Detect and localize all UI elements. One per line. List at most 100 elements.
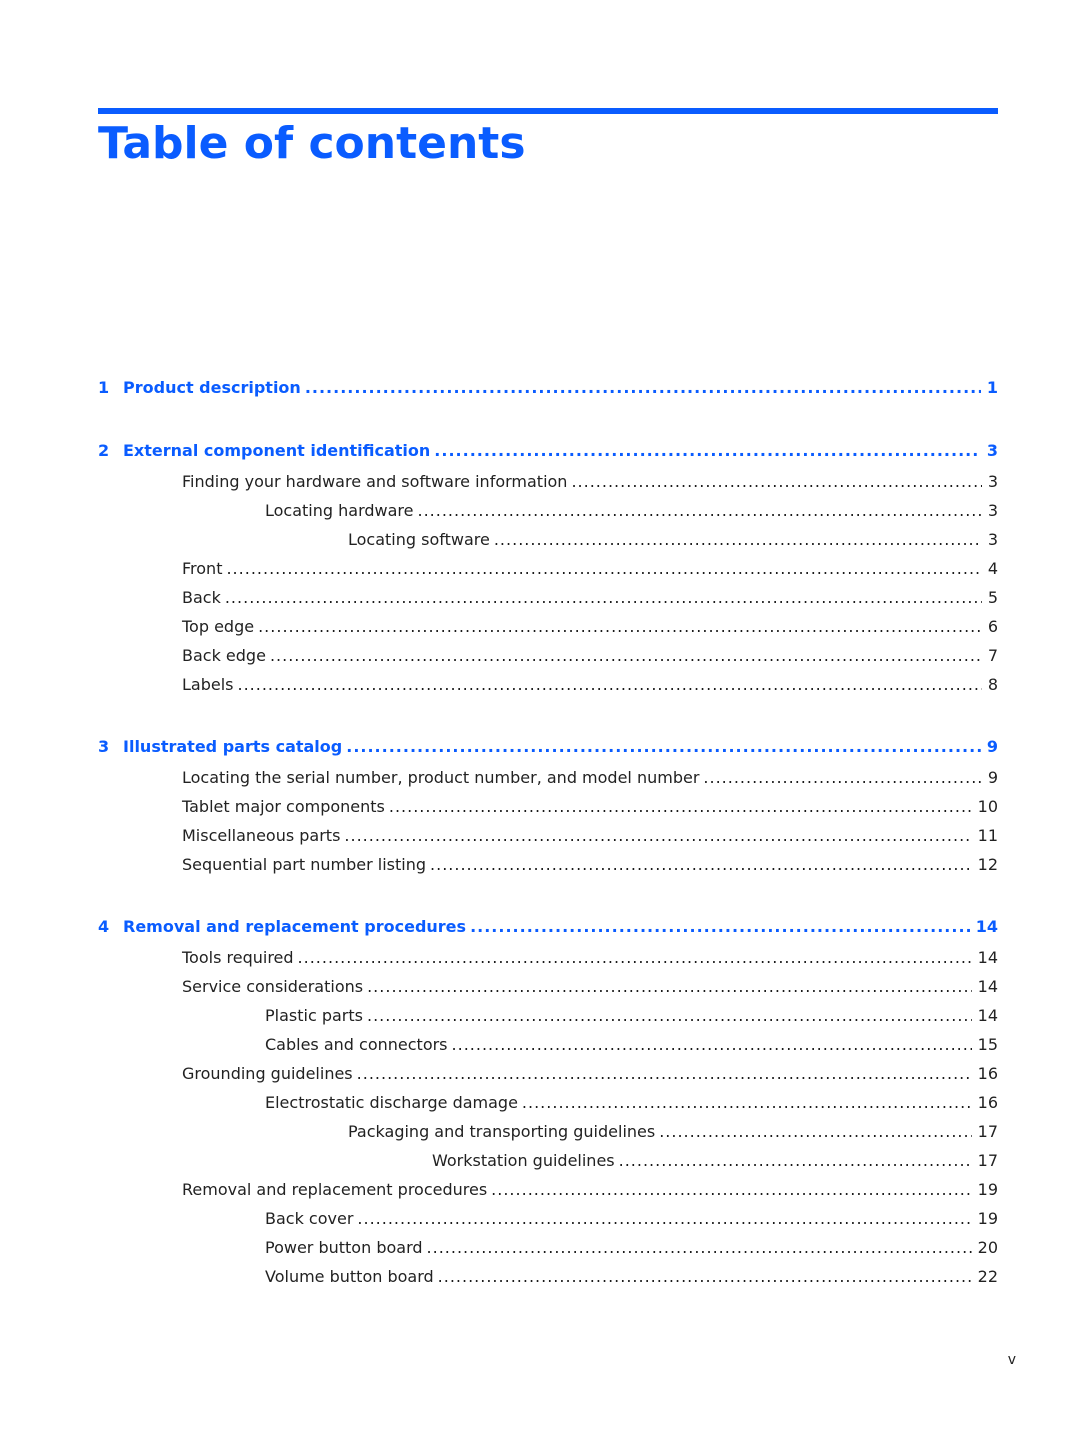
dot-leader: ........................................… (366, 1006, 972, 1025)
toc-entry[interactable]: Grounding guidelines....................… (98, 1064, 998, 1086)
toc-page-number: 6 (987, 617, 998, 636)
entry-title: Tools required (182, 948, 294, 967)
toc-page-number: 20 (977, 1238, 998, 1257)
entry-title: Cables and connectors (265, 1035, 448, 1054)
toc-page-number: 17 (977, 1151, 998, 1170)
toc-entry[interactable]: Electrostatic discharge damage..........… (98, 1093, 998, 1115)
toc-entry[interactable]: Front...................................… (98, 559, 998, 581)
toc-page-number: 3 (987, 472, 998, 491)
toc-entry-label: 3 Illustrated parts catalog (98, 737, 346, 756)
toc-entry[interactable]: Service considerations..................… (98, 977, 998, 999)
toc-entry-label: Grounding guidelines (182, 1064, 357, 1083)
dot-leader: ........................................… (226, 559, 982, 578)
toc-entry[interactable]: Power button board......................… (98, 1238, 998, 1260)
toc-page-number: 10 (977, 797, 998, 816)
toc-page-number: 14 (977, 948, 998, 967)
toc-entry[interactable]: Back cover..............................… (98, 1209, 998, 1231)
dot-leader: ........................................… (434, 441, 981, 460)
toc-page-number: 16 (977, 1064, 998, 1083)
entry-title: Labels (182, 675, 234, 694)
entry-title: Locating software (348, 530, 490, 549)
toc-entry[interactable]: Plastic parts...........................… (98, 1006, 998, 1028)
page-title: Table of contents (98, 118, 526, 169)
toc-entry[interactable]: Cables and connectors...................… (98, 1035, 998, 1057)
dot-leader: ........................................… (258, 617, 982, 636)
entry-title: Service considerations (182, 977, 364, 996)
entry-title: External component identification (123, 441, 431, 460)
toc-entry-label: Miscellaneous parts (182, 826, 344, 845)
dot-leader: ........................................… (426, 1238, 972, 1257)
entry-title: Removal and replacement procedures (182, 1180, 488, 1199)
dot-leader: ........................................… (417, 501, 982, 520)
dot-leader: ........................................… (470, 917, 970, 936)
chapter-number: 4 (98, 917, 110, 936)
toc-page-number: 1 (986, 378, 998, 397)
toc-chapter-entry[interactable]: 2 External component identification......… (98, 441, 998, 463)
toc-entry[interactable]: Miscellaneous parts.....................… (98, 826, 998, 848)
dot-leader: ........................................… (618, 1151, 972, 1170)
toc-entry[interactable]: Top edge................................… (98, 617, 998, 639)
entry-title: Plastic parts (265, 1006, 363, 1025)
toc-chapter-entry[interactable]: 1 Product description....................… (98, 378, 998, 400)
toc-entry[interactable]: Volume button board.....................… (98, 1267, 998, 1289)
entry-title: Back (182, 588, 221, 607)
toc-entry[interactable]: Finding your hardware and software infor… (98, 472, 998, 494)
dot-leader: ........................................… (357, 1209, 972, 1228)
toc-page-number: 3 (987, 530, 998, 549)
dot-leader: ........................................… (388, 797, 972, 816)
chapter-number: 2 (98, 441, 110, 460)
toc-entry[interactable]: Sequential part number listing..........… (98, 855, 998, 877)
toc-page-number: 3 (986, 441, 998, 460)
entry-title: Volume button board (265, 1267, 434, 1286)
dot-leader: ........................................… (297, 948, 972, 967)
toc-entry[interactable]: Workstation guidelines..................… (98, 1151, 998, 1173)
toc-entry-label: Removal and replacement procedures (182, 1180, 491, 1199)
dot-leader: ........................................… (703, 768, 982, 787)
toc-page-number: 15 (977, 1035, 998, 1054)
entry-title: Front (182, 559, 223, 578)
toc-page-number: 22 (977, 1267, 998, 1286)
toc-entry-label: Packaging and transporting guidelines (348, 1122, 659, 1141)
toc-page-number: 9 (986, 737, 998, 756)
toc-chapter-entry[interactable]: 3 Illustrated parts catalog..............… (98, 737, 998, 759)
entry-title: Workstation guidelines (432, 1151, 615, 1170)
entry-title: Grounding guidelines (182, 1064, 353, 1083)
toc-entry-label: Cables and connectors (265, 1035, 452, 1054)
chapter-number: 1 (98, 378, 110, 397)
toc-entry-label: Back edge (182, 646, 270, 665)
toc-page-number: 19 (977, 1209, 998, 1228)
toc-entry-label: Workstation guidelines (432, 1151, 619, 1170)
toc-entry[interactable]: Locating the serial number, product numb… (98, 768, 998, 790)
toc-entry-label: Power button board (265, 1238, 427, 1257)
toc-entry[interactable]: Back....................................… (98, 588, 998, 610)
toc-entry-label: Tablet major components (182, 797, 389, 816)
page-number: v (1007, 1352, 1016, 1368)
toc-entry-label: Locating the serial number, product numb… (182, 768, 703, 787)
toc-entry[interactable]: Locating software.......................… (98, 530, 998, 552)
toc-entry-label: 1 Product description (98, 378, 305, 397)
entry-title: Locating the serial number, product numb… (182, 768, 700, 787)
toc-entry-label: Electrostatic discharge damage (265, 1093, 522, 1112)
entry-title: Sequential part number listing (182, 855, 427, 874)
toc-entry-label: Top edge (182, 617, 258, 636)
dot-leader: ........................................… (437, 1267, 972, 1286)
entry-title: Power button board (265, 1238, 423, 1257)
toc-entry[interactable]: Tablet major components.................… (98, 797, 998, 819)
toc-entry[interactable]: Packaging and transporting guidelines...… (98, 1122, 998, 1144)
toc-entry[interactable]: Removal and replacement procedures......… (98, 1180, 998, 1202)
toc-entry[interactable]: Tools required..........................… (98, 948, 998, 970)
toc-entry[interactable]: Labels..................................… (98, 675, 998, 697)
toc-entry-label: Plastic parts (265, 1006, 367, 1025)
dot-leader: ........................................… (491, 1180, 972, 1199)
toc-entry-label: Service considerations (182, 977, 367, 996)
toc-entry-label: Back (182, 588, 225, 607)
toc-entry-label: 2 External component identification (98, 441, 434, 460)
dot-leader: ........................................… (451, 1035, 972, 1054)
toc-entry[interactable]: Locating hardware.......................… (98, 501, 998, 523)
toc-page-number: 3 (987, 501, 998, 520)
toc-page-number: 9 (987, 768, 998, 787)
toc-entry-label: Sequential part number listing (182, 855, 430, 874)
toc-chapter-entry[interactable]: 4 Removal and replacement procedures.....… (98, 917, 998, 939)
toc-page-number: 14 (977, 1006, 998, 1025)
toc-entry[interactable]: Back edge...............................… (98, 646, 998, 668)
